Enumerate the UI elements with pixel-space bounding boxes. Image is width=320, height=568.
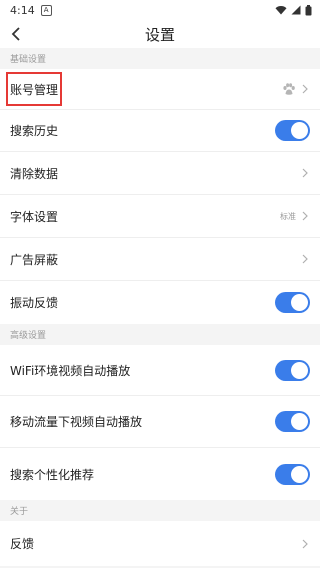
wifi-autoplay-label: WiFi环境视频自动播放 xyxy=(10,363,131,378)
highlight-box xyxy=(6,72,62,106)
vibration-feedback-label: 振动反馈 xyxy=(10,296,59,310)
search-history-item: 搜索历史 xyxy=(0,110,320,152)
back-button[interactable] xyxy=(6,24,26,44)
nav-bar: 设置 xyxy=(0,20,320,48)
section-header-advanced: 高级设置 xyxy=(0,324,320,345)
chevron-right-icon xyxy=(302,539,308,548)
signal-icon xyxy=(291,5,301,15)
mobile-autoplay-item: 移动流量下视频自动播放 xyxy=(0,396,320,448)
feedback-label: 反馈 xyxy=(10,537,35,551)
mobile-autoplay-label: 移动流量下视频自动播放 xyxy=(10,415,143,429)
chevron-right-icon xyxy=(302,168,308,178)
baidu-paw-icon xyxy=(283,82,295,95)
personalized-recommend-toggle[interactable] xyxy=(275,463,310,485)
status-icons xyxy=(275,4,312,16)
status-time: 4:14 xyxy=(10,3,35,17)
personalized-recommend-item: 搜索个性化推荐 xyxy=(0,448,320,500)
vibration-feedback-toggle[interactable] xyxy=(275,292,310,313)
feedback-item[interactable]: 反馈 xyxy=(0,521,320,566)
chevron-right-icon xyxy=(302,211,308,221)
ad-block-item[interactable]: 广告屏蔽 xyxy=(0,238,320,281)
account-management-item[interactable]: 账号管理 xyxy=(0,69,320,110)
clear-data-item[interactable]: 清除数据 xyxy=(0,152,320,195)
section-header-basic: 基础设置 xyxy=(0,48,320,69)
page-title: 设置 xyxy=(144,25,175,44)
wifi-icon xyxy=(275,6,287,15)
battery-icon xyxy=(305,4,312,15)
ad-block-label: 广告屏蔽 xyxy=(10,252,59,267)
notification-icon: A xyxy=(40,4,52,16)
wifi-autoplay-toggle[interactable] xyxy=(275,359,310,381)
mobile-autoplay-toggle[interactable] xyxy=(275,411,310,432)
chevron-right-icon xyxy=(302,84,308,94)
font-settings-label: 字体设置 xyxy=(10,209,59,224)
vibration-feedback-item: 振动反馈 xyxy=(0,281,320,324)
wifi-autoplay-item: WiFi环境视频自动播放 xyxy=(0,345,320,396)
font-size-value: 标准 xyxy=(280,211,296,221)
clear-data-label: 清除数据 xyxy=(10,166,59,181)
personalized-recommend-label: 搜索个性化推荐 xyxy=(10,467,95,482)
search-history-label: 搜索历史 xyxy=(10,124,59,138)
status-bar: 4:14 A xyxy=(0,0,320,20)
section-header-about: 关于 xyxy=(0,500,320,521)
search-history-toggle[interactable] xyxy=(275,120,310,141)
chevron-right-icon xyxy=(302,254,308,264)
font-settings-item[interactable]: 字体设置 标准 xyxy=(0,195,320,238)
back-arrow-icon xyxy=(11,27,20,41)
